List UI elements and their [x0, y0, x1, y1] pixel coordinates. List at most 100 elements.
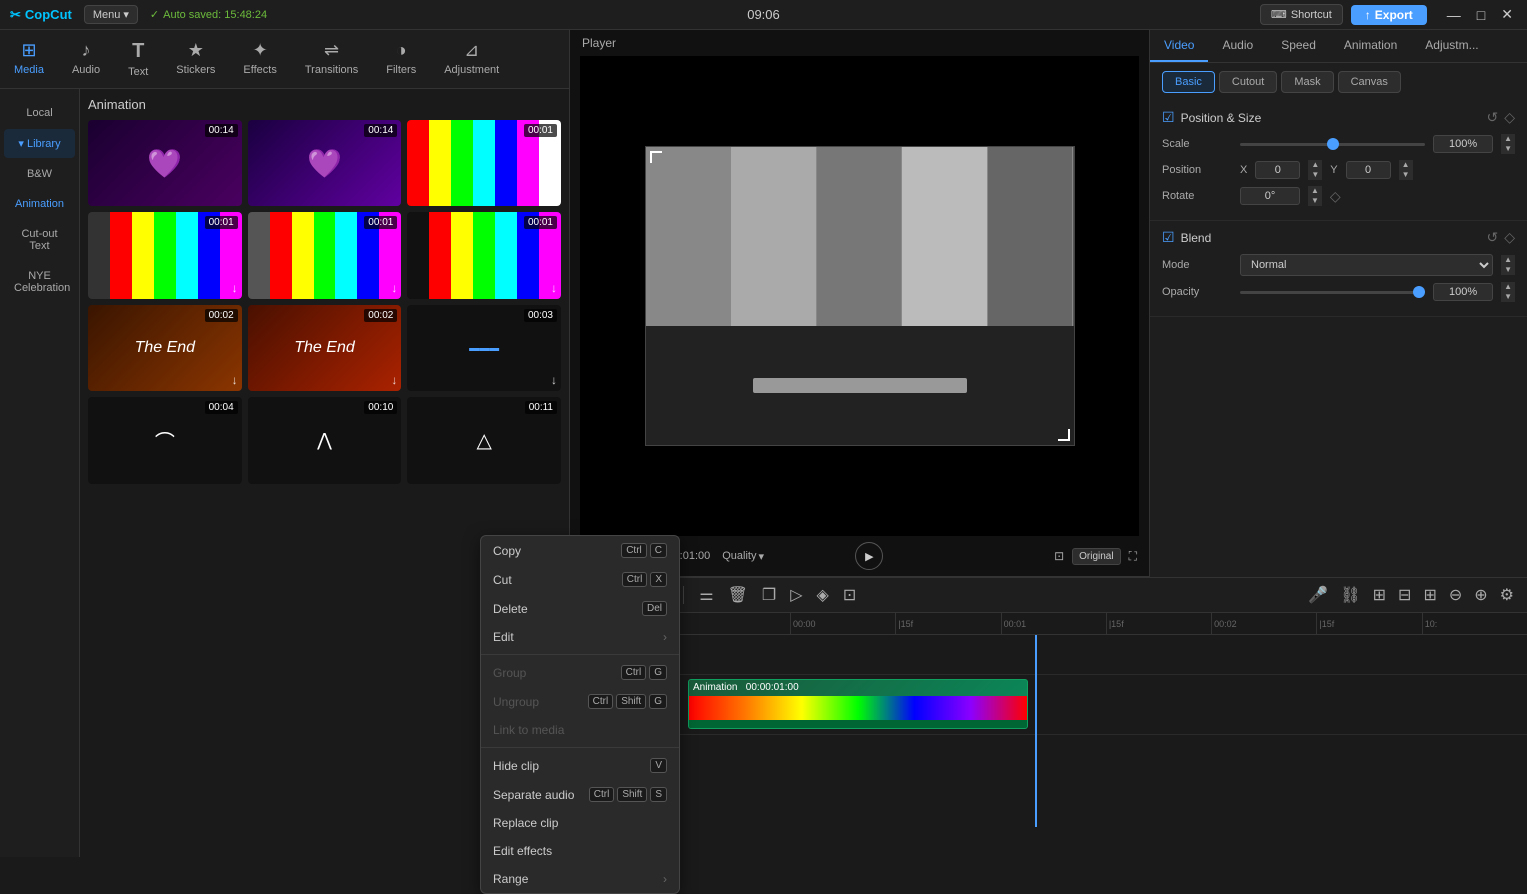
download-icon[interactable]: ↓ [391, 373, 397, 387]
pip-button[interactable]: ⊡ [1054, 549, 1064, 563]
y-up-button[interactable]: ▲ [1399, 160, 1413, 170]
tool-stickers[interactable]: ★ Stickers [162, 36, 229, 82]
sidebar-item-nye[interactable]: NYE Celebration [4, 262, 75, 302]
tl-btn3[interactable]: ⊞ [1420, 582, 1439, 608]
position-reset-button[interactable]: ↺ [1486, 109, 1498, 126]
ctx-cut[interactable]: Cut Ctrl X [481, 565, 679, 594]
tool-adjustment[interactable]: ⊿ Adjustment [430, 36, 513, 82]
shortcut-button[interactable]: ⌨ Shortcut [1260, 4, 1343, 25]
tab-animation[interactable]: Animation [1330, 30, 1411, 62]
grid-item[interactable]: The End 00:02 ↓ [248, 305, 402, 391]
sidebar-item-baw[interactable]: B&W [4, 160, 75, 188]
download-icon[interactable]: ↓ [551, 281, 557, 295]
export-button[interactable]: ↑ Export [1351, 5, 1427, 25]
speed-button[interactable]: ▷ [787, 582, 805, 608]
ctx-hide-clip[interactable]: Hide clip V [481, 751, 679, 780]
tl-btn4[interactable]: ⊖ [1446, 582, 1465, 608]
snap-button[interactable]: ⊞ [1370, 582, 1389, 608]
tool-filters[interactable]: ◑ Filters [372, 36, 430, 82]
subtab-canvas[interactable]: Canvas [1338, 71, 1401, 93]
download-icon[interactable]: ↓ [551, 188, 557, 202]
fullscreen-button[interactable]: ⛶ [1129, 549, 1137, 564]
maximize-button[interactable]: □ [1473, 6, 1489, 23]
ctx-copy[interactable]: Copy Ctrl C [481, 536, 679, 565]
ctx-edit-effects[interactable]: Edit effects [481, 837, 679, 865]
tl-settings-button[interactable]: ⚙ [1497, 582, 1517, 608]
play-button[interactable]: ▶ [855, 542, 883, 570]
grid-item[interactable]: 00:01 ↓ [407, 212, 561, 298]
scale-slider[interactable] [1240, 143, 1425, 146]
download-icon[interactable]: ↓ [232, 373, 238, 387]
mic-button[interactable]: 🎤 [1305, 582, 1331, 608]
tool-text[interactable]: T Text [114, 36, 162, 82]
ctx-replace-clip[interactable]: Replace clip [481, 809, 679, 837]
scale-down-button[interactable]: ▼ [1501, 144, 1515, 154]
download-icon[interactable]: ↓ [551, 373, 557, 387]
x-up-button[interactable]: ▲ [1308, 160, 1322, 170]
mode-up-button[interactable]: ▲ [1501, 255, 1515, 265]
split-button[interactable]: ⚌ [696, 582, 716, 608]
sidebar-item-local[interactable]: Local [4, 99, 75, 127]
link-button[interactable]: ⛓ [1337, 582, 1363, 608]
tab-video[interactable]: Video [1150, 30, 1208, 62]
tab-audio[interactable]: Audio [1208, 30, 1267, 62]
crop-button[interactable]: ⊡ [840, 582, 859, 608]
opacity-down-button[interactable]: ▼ [1501, 292, 1515, 302]
color-button[interactable]: ◈ [814, 582, 832, 608]
grid-item[interactable]: ⋀ 00:10 [248, 397, 402, 483]
close-button[interactable]: ✕ [1497, 6, 1517, 23]
grid-item[interactable]: ▬▬▬ 00:03 ↓ [407, 305, 561, 391]
subtab-cutout[interactable]: Cutout [1219, 71, 1277, 93]
position-clear-button[interactable]: ◇ [1504, 109, 1515, 126]
scale-input[interactable] [1433, 135, 1493, 153]
download-icon[interactable]: ↓ [391, 281, 397, 295]
tab-adjustment[interactable]: Adjustm... [1411, 30, 1492, 62]
tool-audio[interactable]: ♪ Audio [58, 36, 114, 82]
scale-up-button[interactable]: ▲ [1501, 134, 1515, 144]
opacity-input[interactable] [1433, 283, 1493, 301]
grid-item[interactable]: 💜 00:14 [248, 120, 402, 206]
original-button[interactable]: Original [1072, 548, 1120, 565]
sidebar-item-library[interactable]: ▾ Library [4, 129, 75, 158]
grid-item[interactable]: 00:01 ↓ [407, 120, 561, 206]
opacity-slider[interactable] [1240, 291, 1425, 294]
rotate-clear-button[interactable]: ◇ [1330, 188, 1341, 205]
blend-mode-select[interactable]: Normal Multiply Screen [1240, 254, 1493, 276]
grid-item[interactable]: The End 00:02 ↓ [88, 305, 242, 391]
grid-item[interactable]: 00:01 ↓ [88, 212, 242, 298]
position-y-input[interactable] [1346, 161, 1391, 179]
position-x-input[interactable] [1255, 161, 1300, 179]
copy-button[interactable]: ❐ [759, 582, 779, 608]
tl-btn5[interactable]: ⊕ [1471, 582, 1490, 608]
ctx-delete[interactable]: Delete Del [481, 594, 679, 623]
animation-clip[interactable]: Animation 00:00:01:00 [688, 679, 1028, 729]
blend-clear-button[interactable]: ◇ [1504, 229, 1515, 246]
minimize-button[interactable]: — [1443, 6, 1465, 23]
grid-item[interactable]: △ 00:11 [407, 397, 561, 483]
tool-media[interactable]: ⊞ Media [0, 36, 58, 82]
delete-button[interactable]: 🗑 [725, 582, 751, 608]
download-icon[interactable]: ↓ [232, 281, 238, 295]
subtab-basic[interactable]: Basic [1162, 71, 1215, 93]
rotate-input[interactable] [1240, 187, 1300, 205]
grid-item[interactable]: ⌒ 00:04 [88, 397, 242, 483]
mode-down-button[interactable]: ▼ [1501, 265, 1515, 275]
tool-effects[interactable]: ✦ Effects [229, 36, 290, 82]
rotate-up-button[interactable]: ▲ [1308, 186, 1322, 196]
menu-button[interactable]: Menu ▾ [84, 5, 138, 24]
ctx-separate-audio[interactable]: Separate audio Ctrl Shift S [481, 780, 679, 809]
blend-reset-button[interactable]: ↺ [1486, 229, 1498, 246]
ctx-edit[interactable]: Edit › [481, 623, 679, 651]
tool-transitions[interactable]: ⇌ Transitions [291, 36, 372, 82]
grid-item[interactable]: 💜 00:14 [88, 120, 242, 206]
ctx-range[interactable]: Range › [481, 865, 679, 893]
grid-item[interactable]: 00:01 ↓ [248, 212, 402, 298]
sidebar-item-cutout[interactable]: Cut-out Text [4, 220, 75, 260]
subtab-mask[interactable]: Mask [1281, 71, 1333, 93]
sidebar-item-animation[interactable]: Animation [4, 190, 75, 218]
x-down-button[interactable]: ▼ [1308, 170, 1322, 180]
quality-button[interactable]: Quality ▾ [722, 550, 764, 563]
rotate-down-button[interactable]: ▼ [1308, 196, 1322, 206]
opacity-up-button[interactable]: ▲ [1501, 282, 1515, 292]
y-down-button[interactable]: ▼ [1399, 170, 1413, 180]
